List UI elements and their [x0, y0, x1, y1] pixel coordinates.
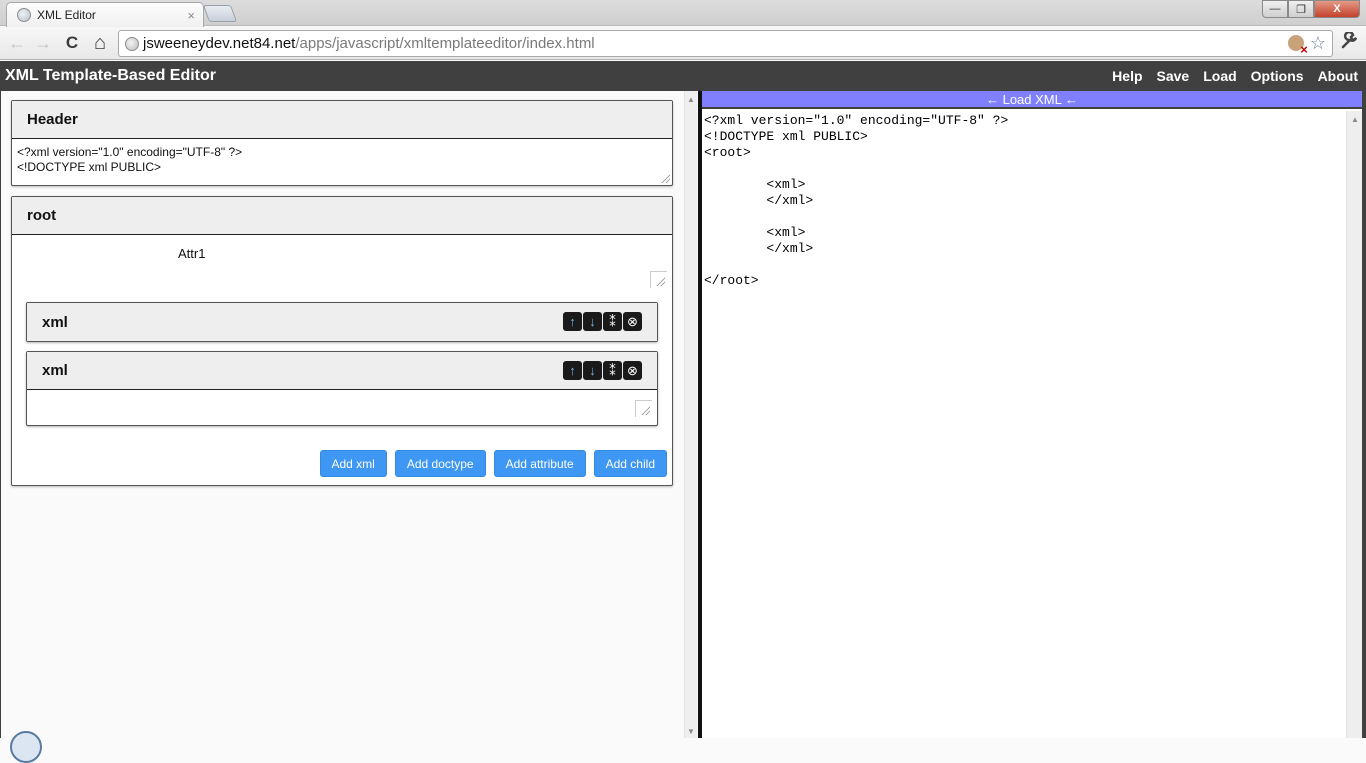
load-xml-button[interactable]: ← Load XML ←: [702, 91, 1362, 109]
move-down-icon[interactable]: ↓: [583, 361, 602, 380]
child-element-panel: xml ↑ ↓ ⁑ ⊗: [26, 302, 658, 342]
child-controls: ↑ ↓ ⁑ ⊗: [563, 312, 642, 331]
xml-output-pane: ← Load XML ← <?xml version="1.0" encodin…: [702, 91, 1366, 738]
delete-icon[interactable]: ⊗: [623, 361, 642, 380]
menu-save[interactable]: Save: [1157, 68, 1190, 84]
add-child-button[interactable]: Add child: [593, 450, 667, 477]
browser-titlebar: XML Editor × — ❐ X: [0, 0, 1366, 27]
new-tab-button[interactable]: [202, 5, 238, 22]
toggle-collapse-icon[interactable]: ⁑: [603, 361, 622, 380]
child-controls: ↑ ↓ ⁑ ⊗: [563, 361, 642, 380]
url-host: jsweeneydev.net84.net: [143, 35, 296, 52]
home-icon[interactable]: ⌂: [89, 32, 111, 54]
bookmark-star-icon[interactable]: ☆: [1310, 34, 1326, 52]
header-panel: Header <?xml version="1.0" encoding="UTF…: [11, 100, 673, 186]
wrench-icon[interactable]: [1340, 30, 1358, 55]
browser-toolbar: ← → C ⌂ jsweeneydev.net84.net/apps/javas…: [0, 27, 1366, 60]
child-textarea-resize[interactable]: [635, 400, 652, 417]
blocked-cookie-icon[interactable]: [1287, 35, 1308, 57]
globe-icon: [17, 8, 31, 22]
output-scrollbar[interactable]: ▲: [1346, 111, 1362, 738]
address-bar[interactable]: jsweeneydev.net84.net/apps/javascript/xm…: [118, 30, 1333, 57]
menu-load[interactable]: Load: [1203, 68, 1236, 84]
app-menu: Help Save Load Options About: [1112, 68, 1358, 84]
close-window-button[interactable]: X: [1314, 0, 1360, 18]
url-path: /apps/javascript/xmltemplateeditor/index…: [295, 35, 595, 52]
delete-icon[interactable]: ⊗: [623, 312, 642, 331]
browser-tab[interactable]: XML Editor ×: [6, 2, 204, 27]
move-up-icon[interactable]: ↑: [563, 312, 582, 331]
header-textarea[interactable]: <?xml version="1.0" encoding="UTF-8" ?> …: [12, 139, 672, 181]
restore-button[interactable]: ❐: [1288, 0, 1314, 18]
menu-options[interactable]: Options: [1251, 68, 1304, 84]
move-up-icon[interactable]: ↑: [563, 361, 582, 380]
resize-handle[interactable]: [655, 276, 665, 286]
move-down-icon[interactable]: ↓: [583, 312, 602, 331]
menu-help[interactable]: Help: [1112, 68, 1142, 84]
attribute-textarea-resize[interactable]: [650, 271, 667, 288]
root-action-buttons: Add xml Add doctype Add attribute Add ch…: [319, 450, 667, 477]
window-controls: — ❐ X: [1262, 0, 1360, 18]
add-attribute-button[interactable]: Add attribute: [493, 450, 586, 477]
app-header: XML Template-Based Editor Help Save Load…: [0, 61, 1366, 91]
scroll-down-icon[interactable]: ▼: [687, 727, 695, 736]
app-title: XML Template-Based Editor: [5, 67, 216, 84]
add-doctype-button[interactable]: Add doctype: [394, 450, 486, 477]
scroll-up-icon[interactable]: ▲: [1351, 115, 1359, 124]
resize-handle[interactable]: [660, 173, 670, 183]
back-icon[interactable]: ←: [6, 32, 28, 54]
scroll-up-icon[interactable]: ▲: [687, 95, 695, 104]
add-xml-button[interactable]: Add xml: [319, 450, 387, 477]
forward-icon[interactable]: →: [32, 32, 54, 54]
minimize-button[interactable]: —: [1262, 0, 1288, 18]
reload-icon[interactable]: C: [61, 32, 83, 54]
root-panel-title: root: [12, 197, 672, 235]
editor-scrollbar[interactable]: ▲ ▼: [684, 91, 697, 738]
site-info-icon[interactable]: [125, 36, 139, 51]
xml-output-text[interactable]: <?xml version="1.0" encoding="UTF-8" ?> …: [704, 113, 1008, 289]
tab-title: XML Editor: [37, 8, 96, 22]
root-element-panel: root Attr1 xml ↑ ↓ ⁑ ⊗ xml ↑ ↓ ⁑ ⊗ Add x…: [11, 196, 673, 486]
menu-about[interactable]: About: [1318, 68, 1358, 84]
resize-handle[interactable]: [640, 405, 650, 415]
tab-close-icon[interactable]: ×: [187, 8, 195, 23]
attribute-label: Attr1: [178, 246, 206, 261]
child-element-panel: xml ↑ ↓ ⁑ ⊗: [26, 351, 658, 426]
toggle-collapse-icon[interactable]: ⁑: [603, 312, 622, 331]
header-panel-title: Header: [12, 101, 672, 139]
globe-icon: [10, 731, 42, 763]
